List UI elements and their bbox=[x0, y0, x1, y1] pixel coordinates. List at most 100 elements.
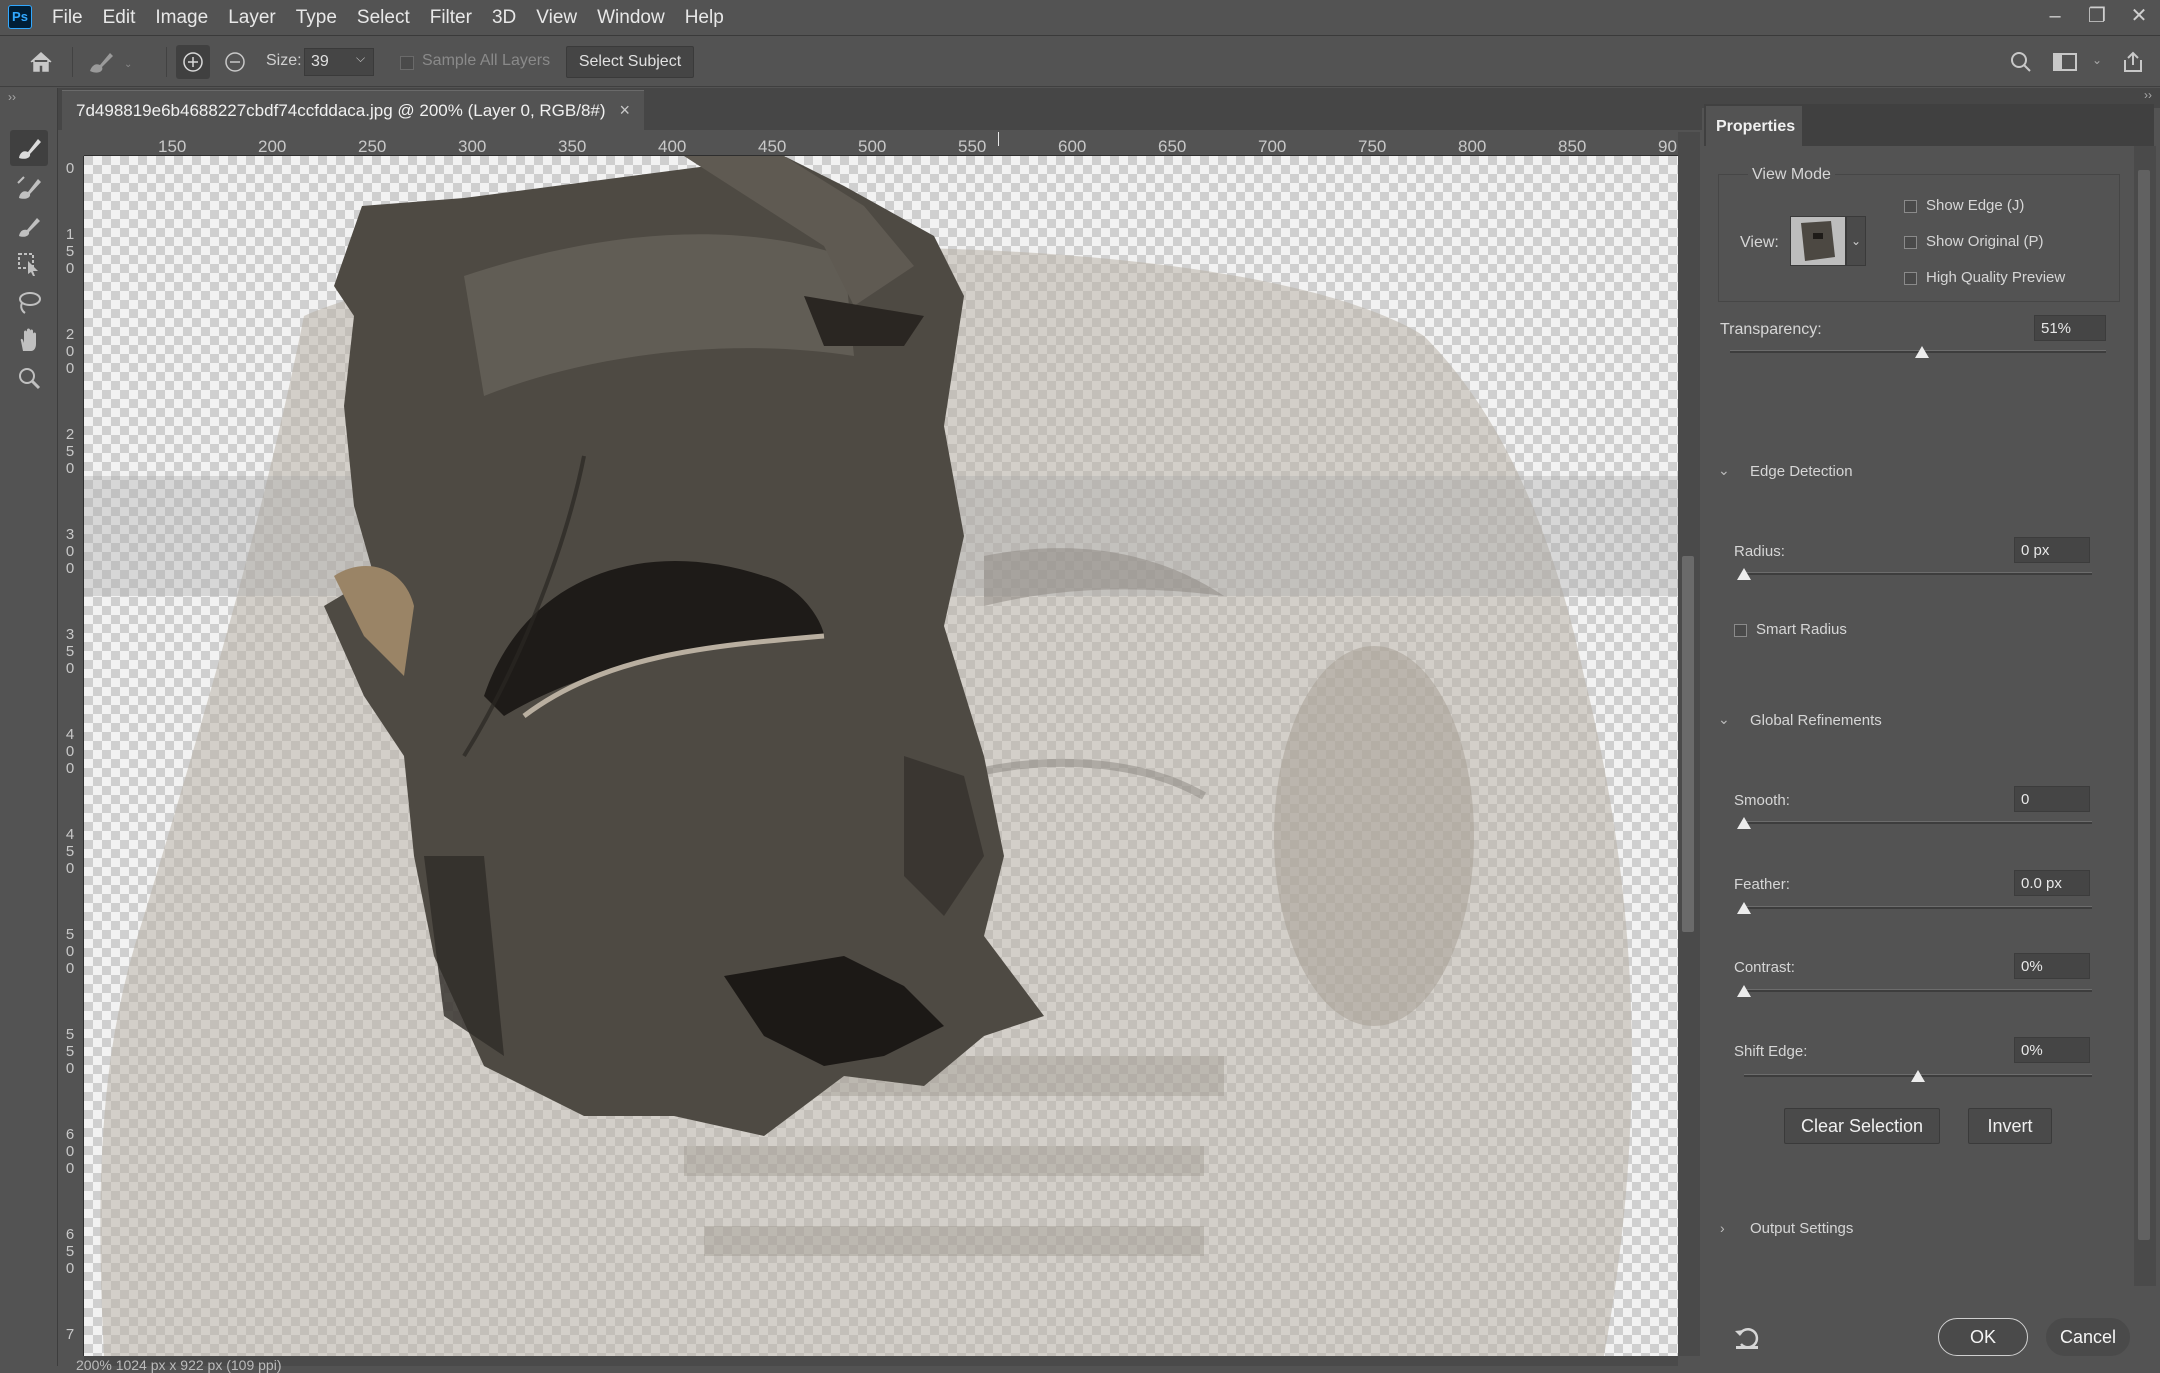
menu-edit[interactable]: Edit bbox=[93, 0, 146, 36]
ruler-label: 90 bbox=[1658, 137, 1677, 156]
refine-edge-brush-tool-icon[interactable] bbox=[10, 170, 48, 206]
sample-all-layers-checkbox[interactable] bbox=[400, 56, 414, 70]
view-label: View: bbox=[1740, 234, 1779, 251]
smooth-slider-thumb[interactable] bbox=[1737, 817, 1751, 829]
hand-tool-icon[interactable] bbox=[10, 322, 48, 358]
global-refinements-chevron-icon[interactable]: ⌄ bbox=[1718, 711, 1730, 728]
canvas-scrollbar-thumb[interactable] bbox=[1682, 556, 1694, 932]
smooth-slider-track[interactable] bbox=[1744, 821, 2092, 824]
ruler-label: 400 bbox=[658, 137, 687, 156]
subtract-from-selection-icon[interactable] bbox=[218, 45, 252, 79]
statue-image bbox=[84, 156, 1678, 1356]
ruler-label: 0 bbox=[65, 160, 75, 177]
ruler-label: 650 bbox=[65, 1226, 75, 1277]
object-selection-tool-icon[interactable] bbox=[10, 246, 48, 282]
show-edge-label: Show Edge (J) bbox=[1926, 197, 2025, 214]
radius-input[interactable]: 0 px bbox=[2014, 537, 2090, 563]
menu-type[interactable]: Type bbox=[286, 0, 347, 36]
canvas-horizontal-scrollbar[interactable] bbox=[84, 1356, 1678, 1366]
shift-edge-slider-thumb[interactable] bbox=[1911, 1070, 1925, 1082]
global-refinements-title[interactable]: Global Refinements bbox=[1750, 712, 1882, 729]
menu-filter[interactable]: Filter bbox=[420, 0, 482, 36]
menu-3d[interactable]: 3D bbox=[482, 0, 526, 36]
add-to-selection-icon[interactable] bbox=[176, 45, 210, 79]
vertical-ruler: 0 150 200 250 300 350 400 450 500 550 60… bbox=[58, 156, 84, 1356]
ruler-label: 500 bbox=[65, 926, 75, 977]
brush-tool-icon[interactable] bbox=[10, 208, 48, 244]
share-icon[interactable] bbox=[2116, 45, 2150, 79]
invert-button[interactable]: Invert bbox=[1968, 1108, 2052, 1144]
shift-edge-input[interactable]: 0% bbox=[2014, 1037, 2090, 1063]
menu-file[interactable]: File bbox=[42, 0, 93, 36]
zoom-tool-icon[interactable] bbox=[10, 360, 48, 396]
document-tab[interactable]: 7d498819e6b4688227cbdf74ccfddaca.jpg @ 2… bbox=[62, 90, 644, 130]
close-document-icon[interactable]: × bbox=[620, 100, 631, 121]
horizontal-ruler: 150 200 250 300 350 400 450 500 550 600 … bbox=[84, 132, 1678, 156]
contrast-slider-thumb[interactable] bbox=[1737, 985, 1751, 997]
feather-slider-track[interactable] bbox=[1744, 906, 2092, 909]
tab-properties[interactable]: Properties bbox=[1706, 106, 1802, 146]
smart-radius-checkbox[interactable] bbox=[1734, 624, 1747, 637]
collapse-panel-icon[interactable]: ›› bbox=[2144, 88, 2152, 102]
select-subject-button[interactable]: Select Subject bbox=[566, 46, 694, 78]
ruler-label: 300 bbox=[65, 526, 75, 577]
smooth-input[interactable]: 0 bbox=[2014, 786, 2090, 812]
contrast-input[interactable]: 0% bbox=[2014, 953, 2090, 979]
ok-button[interactable]: OK bbox=[1938, 1318, 2028, 1356]
menu-image[interactable]: Image bbox=[145, 0, 218, 36]
show-edge-checkbox[interactable] bbox=[1904, 200, 1917, 213]
lasso-tool-icon[interactable] bbox=[10, 284, 48, 320]
menu-view[interactable]: View bbox=[526, 0, 587, 36]
ruler-label: 150 bbox=[65, 226, 75, 277]
clear-selection-button[interactable]: Clear Selection bbox=[1784, 1108, 1940, 1144]
close-button[interactable]: ✕ bbox=[2118, 0, 2160, 34]
restore-button[interactable]: ❐ bbox=[2076, 0, 2118, 34]
transparency-input[interactable]: 51% bbox=[2034, 315, 2106, 341]
menu-select[interactable]: Select bbox=[347, 0, 420, 36]
view-mode-thumbnail[interactable] bbox=[1790, 216, 1846, 266]
high-quality-preview-checkbox[interactable] bbox=[1904, 272, 1917, 285]
workspace-icon[interactable] bbox=[2048, 45, 2082, 79]
properties-scrollbar-thumb[interactable] bbox=[2138, 170, 2150, 1240]
ruler-label: 500 bbox=[858, 137, 887, 156]
minimize-button[interactable]: – bbox=[2034, 0, 2076, 34]
output-settings-title[interactable]: Output Settings bbox=[1750, 1220, 1853, 1237]
edge-detection-chevron-icon[interactable]: ⌄ bbox=[1718, 462, 1730, 479]
ruler-label: 750 bbox=[1358, 137, 1387, 156]
status-bar-text: 200% 1024 px x 922 px (109 ppi) bbox=[76, 1357, 282, 1373]
contrast-slider-track[interactable] bbox=[1744, 989, 2092, 992]
output-settings-chevron-icon[interactable]: › bbox=[1720, 1220, 1725, 1236]
document-canvas[interactable] bbox=[84, 156, 1678, 1356]
brush-preset-icon[interactable] bbox=[84, 45, 118, 79]
feather-input[interactable]: 0.0 px bbox=[2014, 870, 2090, 896]
radius-slider-thumb[interactable] bbox=[1737, 568, 1751, 580]
menu-layer[interactable]: Layer bbox=[218, 0, 286, 36]
size-dropdown-chevron-icon[interactable]: ⌵ bbox=[356, 51, 365, 66]
document-tab-title: 7d498819e6b4688227cbdf74ccfddaca.jpg @ 2… bbox=[76, 100, 606, 120]
ruler-label: 600 bbox=[1058, 137, 1087, 156]
feather-slider-thumb[interactable] bbox=[1737, 902, 1751, 914]
transparency-slider-thumb[interactable] bbox=[1914, 346, 1929, 358]
ruler-label: 850 bbox=[1558, 137, 1587, 156]
ruler-label: 650 bbox=[1158, 137, 1187, 156]
view-mode-dropdown-chevron-icon[interactable]: ⌄ bbox=[1846, 216, 1866, 266]
ruler-label: 400 bbox=[65, 726, 75, 777]
home-icon[interactable] bbox=[24, 45, 58, 79]
menu-window[interactable]: Window bbox=[587, 0, 675, 36]
show-original-label: Show Original (P) bbox=[1926, 233, 2044, 250]
show-original-checkbox[interactable] bbox=[1904, 236, 1917, 249]
cancel-button[interactable]: Cancel bbox=[2046, 1318, 2130, 1356]
radius-slider-track[interactable] bbox=[1744, 572, 2092, 575]
workspace-chevron-icon[interactable]: ⌄ bbox=[2092, 53, 2102, 67]
menu-help[interactable]: Help bbox=[675, 0, 734, 36]
feather-label: Feather: bbox=[1734, 876, 1790, 893]
brush-preset-chevron-icon[interactable]: ⌄ bbox=[124, 59, 132, 70]
search-icon[interactable] bbox=[2004, 45, 2038, 79]
reset-icon[interactable] bbox=[1732, 1322, 1762, 1352]
menu-items: File Edit Image Layer Type Select Filter… bbox=[42, 0, 734, 36]
photoshop-logo-icon: Ps bbox=[8, 5, 32, 29]
quick-selection-tool-icon[interactable] bbox=[10, 130, 48, 166]
edge-detection-title[interactable]: Edge Detection bbox=[1750, 463, 1853, 480]
expand-panel-icon[interactable]: ›› bbox=[8, 90, 16, 104]
radius-label: Radius: bbox=[1734, 543, 1785, 560]
